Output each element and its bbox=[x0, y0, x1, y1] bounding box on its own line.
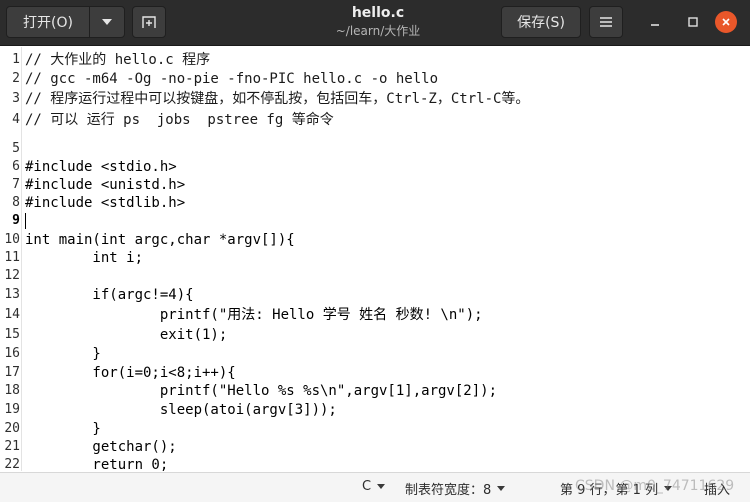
watermark: CSDN @m0_74711629 bbox=[575, 478, 735, 494]
line-number: 18 bbox=[4, 383, 20, 398]
code-line[interactable]: 15 exit(1); bbox=[0, 326, 750, 344]
maximize-icon bbox=[688, 17, 698, 27]
code-text: } bbox=[25, 346, 101, 362]
code-line[interactable]: 6 #include <stdio.h> bbox=[0, 158, 750, 176]
chevron-down-icon bbox=[377, 484, 386, 489]
code-text: for(i=0;i<8;i++){ bbox=[25, 365, 236, 381]
tab-width-selector[interactable]: 制表符宽度：8 bbox=[405, 479, 506, 498]
code-text: #include <stdlib.h> bbox=[25, 195, 186, 211]
minimize-button[interactable] bbox=[640, 8, 670, 36]
line-number: 16 bbox=[4, 346, 20, 361]
code-text: exit(1); bbox=[25, 327, 228, 343]
code-text: getchar(); bbox=[25, 439, 177, 455]
line-number: 15 bbox=[4, 327, 20, 342]
window-title: hello.c ~/learn/大作业 bbox=[260, 4, 496, 39]
code-line[interactable]: 10 int main(int argc,char *argv[]){ bbox=[0, 231, 750, 249]
code-line[interactable]: 17 for(i=0;i<8;i++){ bbox=[0, 364, 750, 382]
document-path: ~/learn/大作业 bbox=[335, 24, 421, 38]
code-text: // 可以 运行 ps jobs pstree fg 等命令 bbox=[25, 112, 334, 128]
code-text: printf("Hello %s %s\n",argv[1],argv[2]); bbox=[25, 383, 498, 399]
line-number: 1 bbox=[12, 52, 20, 67]
code-text: if(argc!=4){ bbox=[25, 287, 194, 303]
code-text: // gcc -m64 -Og -no-pie -fno-PIC hello.c… bbox=[25, 71, 439, 87]
code-line[interactable]: 7 #include <unistd.h> bbox=[0, 176, 750, 194]
line-number: 3 bbox=[12, 91, 20, 106]
language-selector[interactable]: C bbox=[362, 479, 386, 494]
line-number: 6 bbox=[12, 159, 20, 174]
line-number: 14 bbox=[4, 307, 20, 322]
code-line[interactable]: 8 #include <stdlib.h> bbox=[0, 194, 750, 212]
code-line[interactable]: 11 int i; bbox=[0, 249, 750, 267]
maximize-button[interactable] bbox=[678, 8, 708, 36]
line-number: 19 bbox=[4, 402, 20, 417]
tab-width-label: 制表符宽度：8 bbox=[405, 483, 492, 498]
chevron-down-icon bbox=[102, 19, 112, 25]
language-label: C bbox=[362, 479, 372, 494]
code-line[interactable]: 16 } bbox=[0, 345, 750, 363]
line-number: 11 bbox=[4, 250, 20, 265]
text-cursor bbox=[25, 213, 26, 229]
code-text: printf("用法: Hello 学号 姓名 秒数! \n"); bbox=[25, 307, 483, 323]
hamburger-menu-button[interactable] bbox=[589, 6, 623, 38]
code-text: return 0; bbox=[25, 457, 169, 471]
code-text: sleep(atoi(argv[3])); bbox=[25, 402, 337, 418]
code-line[interactable]: 3 // 程序运行过程中可以按键盘，如不停乱按，包括回车，Ctrl-Z，Ctrl-… bbox=[0, 90, 750, 108]
line-number: 7 bbox=[12, 177, 20, 192]
code-text: } bbox=[25, 421, 101, 437]
code-text: int main(int argc,char *argv[]){ bbox=[25, 232, 295, 248]
open-menu-button[interactable] bbox=[89, 6, 125, 38]
chevron-down-icon bbox=[497, 486, 506, 491]
code-line[interactable]: 9 bbox=[0, 212, 750, 230]
code-line[interactable]: 4 // 可以 运行 ps jobs pstree fg 等命令 bbox=[0, 111, 750, 129]
code-line[interactable]: 19 sleep(atoi(argv[3])); bbox=[0, 401, 750, 419]
code-text: int i; bbox=[25, 250, 144, 266]
code-line[interactable]: 22 return 0; bbox=[0, 456, 750, 471]
line-number: 22 bbox=[4, 457, 20, 471]
line-number: 13 bbox=[4, 287, 20, 302]
code-line[interactable]: 2 // gcc -m64 -Og -no-pie -fno-PIC hello.… bbox=[0, 70, 750, 88]
code-text: #include <unistd.h> bbox=[25, 177, 186, 193]
new-tab-button[interactable] bbox=[132, 6, 166, 38]
code-line[interactable]: 18 printf("Hello %s %s\n",argv[1],argv[2… bbox=[0, 382, 750, 400]
code-line[interactable]: 12 bbox=[0, 267, 750, 285]
line-number: 2 bbox=[12, 71, 20, 86]
close-icon bbox=[722, 18, 730, 26]
header-bar: 打开(O) hello.c ~/learn/大作业 保存(S) bbox=[0, 0, 750, 46]
code-line[interactable]: 5 bbox=[0, 140, 750, 158]
line-number: 4 bbox=[12, 112, 20, 127]
hamburger-icon bbox=[600, 17, 612, 27]
code-line[interactable]: 13 if(argc!=4){ bbox=[0, 286, 750, 304]
code-text: // 大作业的 hello.c 程序 bbox=[25, 52, 211, 68]
line-number: 20 bbox=[4, 421, 20, 436]
code-text: // 程序运行过程中可以按键盘，如不停乱按，包括回车，Ctrl-Z，Ctrl-C… bbox=[25, 91, 530, 107]
save-button-label: 保存(S) bbox=[517, 15, 565, 31]
line-number: 10 bbox=[4, 232, 20, 247]
document-title: hello.c bbox=[351, 5, 405, 21]
close-button[interactable] bbox=[711, 8, 741, 36]
line-number: 21 bbox=[4, 439, 20, 454]
line-number: 9 bbox=[12, 213, 20, 228]
code-editor[interactable]: 1 // 大作业的 hello.c 程序 2 // gcc -m64 -Og -no-… bbox=[0, 47, 750, 471]
open-button[interactable]: 打开(O) bbox=[6, 6, 90, 38]
line-number: 5 bbox=[12, 141, 20, 156]
code-line[interactable]: 1 // 大作业的 hello.c 程序 bbox=[0, 51, 750, 69]
line-number: 8 bbox=[12, 195, 20, 210]
new-tab-icon bbox=[142, 16, 156, 28]
line-number: 17 bbox=[4, 365, 20, 380]
line-number: 12 bbox=[4, 268, 20, 283]
close-circle bbox=[715, 11, 737, 33]
minimize-icon bbox=[651, 24, 659, 26]
code-line[interactable]: 21 getchar(); bbox=[0, 438, 750, 456]
code-line[interactable]: 14 printf("用法: Hello 学号 姓名 秒数! \n"); bbox=[0, 306, 750, 324]
code-text: #include <stdio.h> bbox=[25, 159, 177, 175]
save-button[interactable]: 保存(S) bbox=[501, 6, 581, 38]
code-line[interactable]: 20 } bbox=[0, 420, 750, 438]
open-button-label: 打开(O) bbox=[23, 15, 73, 31]
